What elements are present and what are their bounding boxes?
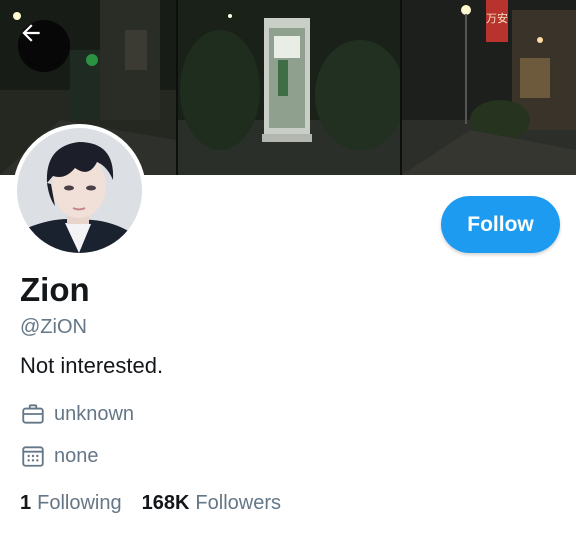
- calendar-icon: [20, 442, 48, 470]
- followers-count: 168K: [141, 492, 190, 514]
- followers-link[interactable]: 168K Followers: [142, 490, 281, 516]
- profile-bio: Not interested.: [20, 353, 164, 378]
- profile-avatar[interactable]: [13, 124, 146, 257]
- profile-work-text: unknown: [54, 402, 135, 425]
- display-name: Zion: [20, 271, 90, 308]
- banner-sign-text: 万安: [486, 11, 508, 25]
- following-count: 1: [20, 492, 32, 514]
- profile-work-row: unknown: [20, 400, 134, 428]
- profile-page: 万安 Follow Zion @ZiON Not interested. unk…: [0, 0, 576, 533]
- profile-joined-text: none: [54, 444, 99, 467]
- following-link[interactable]: 1 Following: [20, 490, 122, 516]
- back-button[interactable]: [18, 20, 70, 72]
- briefcase-icon: [20, 400, 48, 428]
- avatar-illustration: [17, 128, 142, 253]
- followers-label: Followers: [195, 492, 281, 514]
- follow-stats: 1 Following 168K Followers: [20, 490, 281, 516]
- profile-joined-row: none: [20, 442, 99, 470]
- follow-button[interactable]: Follow: [441, 196, 560, 253]
- user-handle: @ZiON: [20, 316, 87, 338]
- following-label: Following: [37, 492, 122, 514]
